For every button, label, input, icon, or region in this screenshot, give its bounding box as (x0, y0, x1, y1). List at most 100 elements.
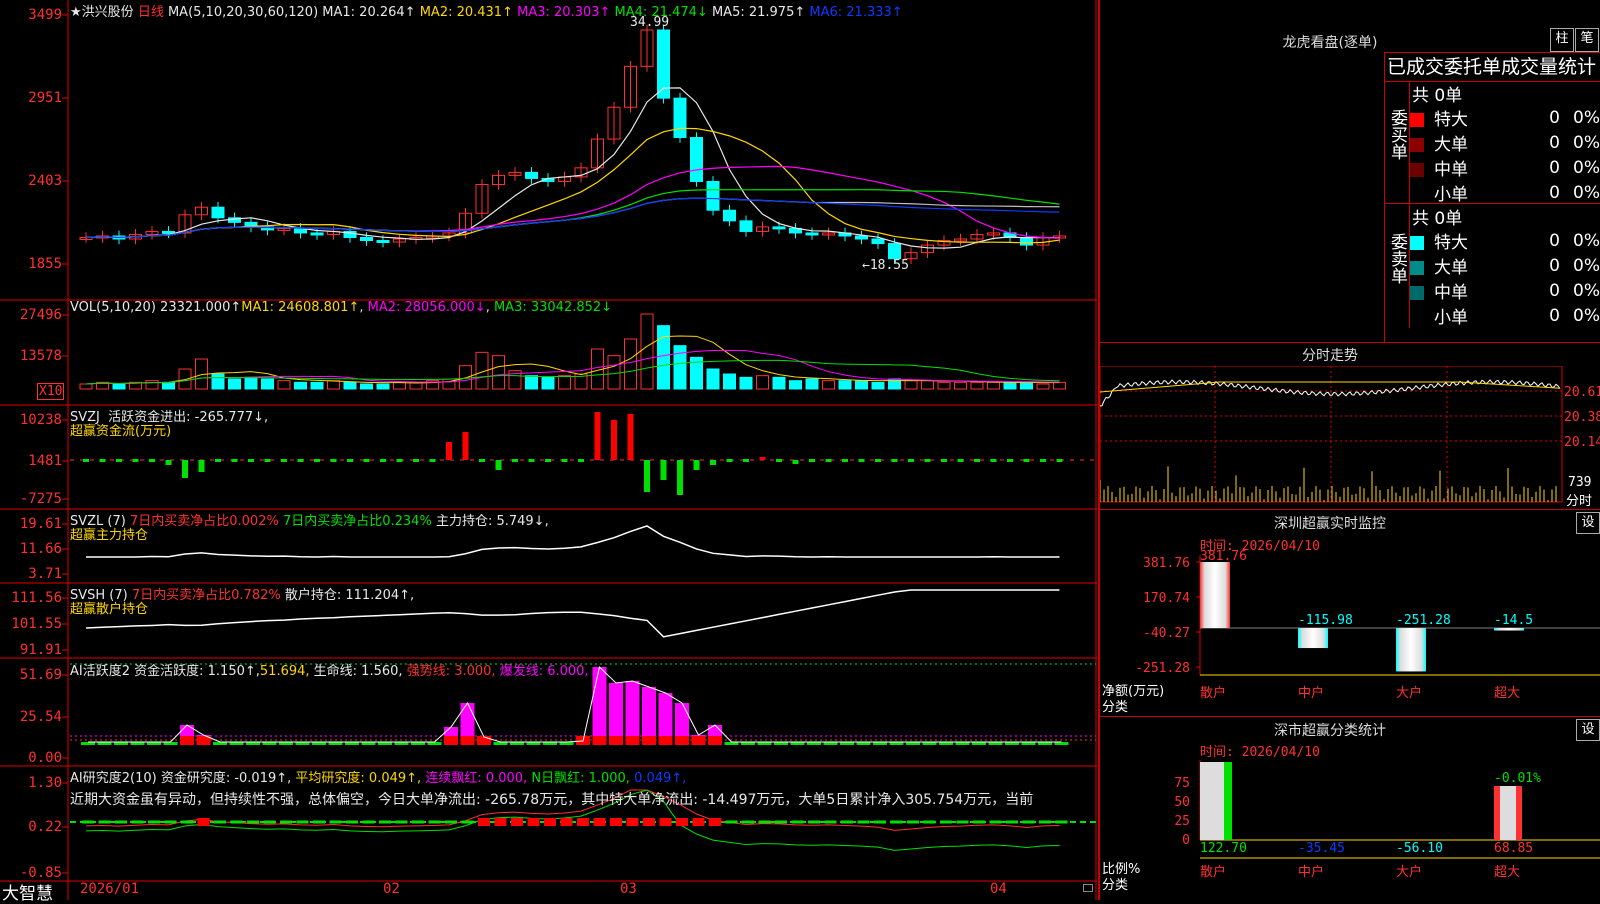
ai-research-n-red: N日飘红: 1.000, (531, 771, 630, 786)
intraday-tick-1: 20.61 (1564, 385, 1600, 400)
svzj-tick-1: 10238 (19, 412, 62, 428)
favorite-star-icon[interactable]: ★ (70, 5, 82, 20)
price-tick-1: 3499 (28, 7, 62, 23)
candle (772, 226, 786, 230)
monitor-bar (1298, 628, 1328, 649)
intraday-tick-3: 20.14 (1564, 435, 1600, 450)
intraday-vol-tick: 739 (1568, 475, 1592, 490)
intraday-chart[interactable] (1100, 366, 1600, 506)
buy-row: 小单 0 0% (1410, 180, 1600, 205)
svsh-retail-hold: 散户持仓: 111.204↑, (284, 588, 415, 603)
ai-active-bar (609, 683, 623, 745)
svzj-dot (297, 459, 304, 462)
svzj-dot (776, 459, 782, 462)
svzj-dot (116, 459, 122, 462)
row-pct: 0% (1573, 255, 1600, 276)
volume-bar (904, 380, 918, 390)
svzj-dot (231, 459, 238, 462)
period-label[interactable]: 日线 (138, 5, 164, 20)
volume-bar (211, 373, 225, 390)
color-swatch (1410, 188, 1424, 202)
classify-tick: 25 (1174, 814, 1190, 829)
classify-category: 中户 (1298, 864, 1324, 880)
volume-bar (162, 381, 175, 390)
svzl-green-value: 7日内买卖净占比0.234% (282, 514, 432, 529)
svzj-dot (957, 459, 964, 462)
research-bar (478, 818, 490, 826)
candle (211, 206, 225, 219)
kline-chart-area[interactable]: ★洪兴股份 日线 MA(5,10,20,30,60,120) MA1: 20.2… (0, 0, 1097, 904)
research-bar (346, 820, 358, 824)
svzj-dot (1040, 459, 1046, 462)
research-bar (197, 818, 210, 826)
svzj-dot (545, 459, 551, 462)
svzj-bar (495, 460, 502, 470)
ma-line-2 (85, 127, 1060, 244)
buy-total: 共 0单 (1412, 86, 1463, 106)
svzj-bar (660, 460, 667, 480)
monitor-category: 散户 (1200, 685, 1226, 701)
svzj-dot (83, 459, 89, 462)
ai-active-life: 生命线: 1.560, (313, 664, 403, 679)
color-swatch (1410, 261, 1424, 275)
column-view-button[interactable]: 柱 (1550, 28, 1574, 52)
ai-active-base (708, 736, 722, 745)
row-pct: 0% (1573, 107, 1600, 128)
volume-bar (492, 355, 505, 390)
ai-research-blue: 0.049↑, (634, 771, 687, 786)
research-bar (362, 820, 375, 824)
research-bar (379, 820, 391, 824)
svzj-dot (330, 459, 337, 462)
svzj-dot (363, 459, 370, 462)
research-bar (82, 820, 94, 824)
color-swatch (1410, 286, 1424, 300)
chart-canvas[interactable] (0, 0, 1097, 900)
sell-row: 中单 0 0% (1410, 278, 1600, 303)
volume-bar (789, 380, 802, 390)
main-header: ★洪兴股份 日线 MA(5,10,20,30,60,120) MA1: 20.2… (70, 1, 903, 20)
volume-bar (294, 381, 307, 390)
sell-row: 大单 0 0% (1410, 253, 1600, 278)
research-bar (742, 820, 754, 824)
candle (690, 137, 703, 182)
research-bar (593, 818, 606, 826)
svzl-tick-2: 11.66 (19, 541, 62, 557)
classify-tick: 0 (1182, 833, 1190, 848)
ai-active-yellow: 51.694, (259, 664, 310, 679)
stroke-view-button[interactable]: 笔 (1575, 28, 1599, 52)
classify-top-label: -0.01% (1494, 771, 1541, 786)
ai-active-base (691, 736, 706, 745)
candle (888, 243, 901, 260)
research-bar (791, 820, 804, 824)
svzj-dot (726, 459, 733, 462)
svzj-bar (693, 460, 700, 470)
volume-bar (1053, 381, 1066, 390)
ai-active-tick-1: 51.69 (19, 667, 62, 683)
classify-settings-button[interactable]: 设 (1576, 719, 1600, 741)
research-bar (907, 820, 919, 824)
vol-ma3: MA3: 33042.852↓ (493, 300, 613, 315)
row-pct: 0% (1573, 305, 1600, 326)
right-panel: 龙虎看盘(逐单) 柱 笔 已成交委托单成交量统计 委买单 共 0单 特大 0 0% 大… (1098, 0, 1600, 900)
svzj-dot (314, 459, 320, 462)
svzj-bar (644, 460, 650, 492)
volume-bar (822, 380, 835, 390)
stats-box: 已成交委托单成交量统计 委买单 共 0单 特大 0 0% 大单 0 0% 中单 0 0% 小单 0 0… (1384, 52, 1600, 343)
ai-research-tick-1: 1.30 (28, 775, 62, 791)
svzj-bar (792, 460, 799, 464)
svzj-bar (627, 414, 634, 460)
volume-bar (756, 375, 769, 390)
ai-active-base (592, 736, 607, 745)
research-bar (841, 820, 853, 824)
research-bar (577, 818, 589, 826)
classify-bar-super-left (1494, 786, 1500, 840)
classify-value: -35.45 (1298, 841, 1345, 856)
volume-bar (558, 375, 571, 390)
volume-bar (541, 376, 555, 390)
svzj-dot (380, 459, 386, 462)
candle (360, 236, 373, 242)
research-bar (758, 820, 771, 824)
classify-bar-super-right (1516, 786, 1522, 840)
vol-tick-1: 27496 (19, 307, 62, 323)
candle (376, 240, 390, 244)
